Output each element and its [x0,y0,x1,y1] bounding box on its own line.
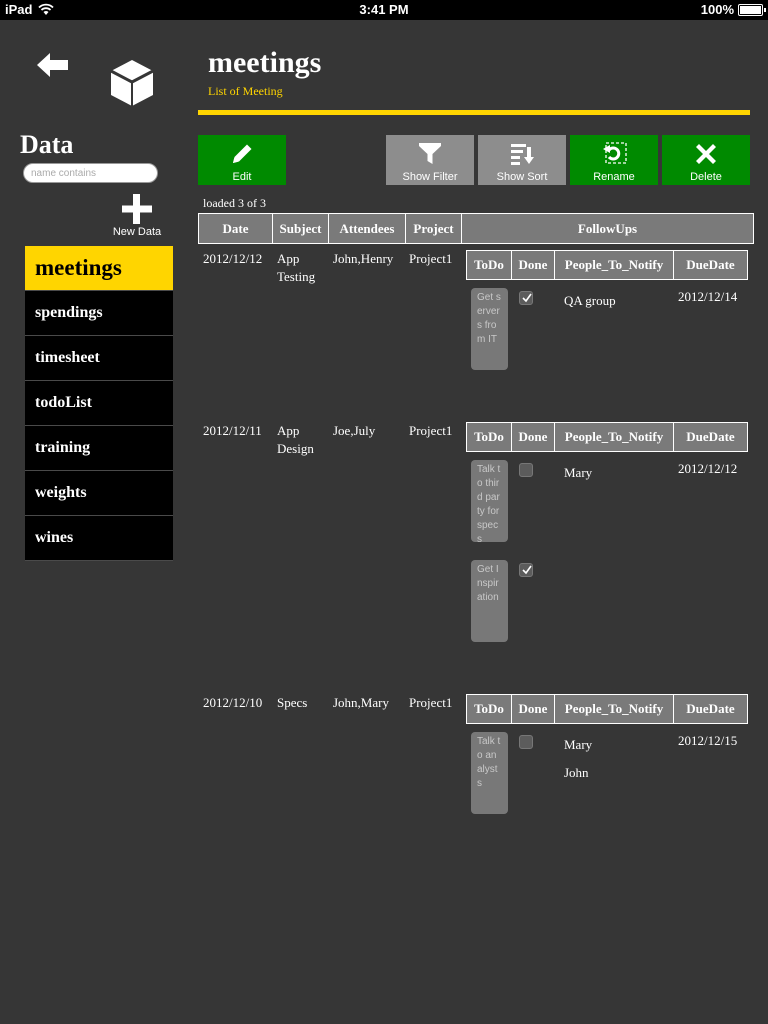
column-header-subject[interactable]: Subject [272,213,329,244]
battery-percent: 100% [700,2,734,17]
sidebar-item-wines[interactable]: wines [25,516,173,561]
done-checkbox[interactable] [519,463,533,477]
title-divider [198,110,750,115]
sort-icon [511,144,534,165]
clock: 3:41 PM [359,2,409,17]
followup-header-done: Done [511,422,555,452]
loaded-count: loaded 3 of 3 [203,196,266,210]
checkmark-icon [522,565,532,575]
delete-button[interactable]: Delete [662,135,750,185]
done-checkbox[interactable] [519,291,533,305]
followup-duedate: 2012/12/15 [678,733,738,748]
new-data-label: New Data [112,226,162,238]
followup-todo-field[interactable]: Get servers from IT [471,288,508,370]
followup-duedate: 2012/12/12 [678,461,738,476]
sidebar-item-spendings[interactable]: spendings [25,291,173,336]
followup-todo-field[interactable]: Get Inspiration [471,560,508,642]
row-1-project: Project1 [409,251,453,266]
sidebar-item-training[interactable]: training [25,426,173,471]
back-arrow-icon[interactable] [34,50,70,80]
page-subtitle: List of Meeting [208,84,283,98]
followup-header-todo: ToDo [466,694,512,724]
row-2-project: Project1 [409,423,453,438]
rename-icon [603,142,627,164]
followup-header-duedate: DueDate [673,694,748,724]
row-2-subject-line-2: Design [277,441,314,456]
show-filter-button[interactable]: Show Filter [386,135,474,185]
search-input[interactable] [23,163,158,183]
show-filter-label: Show Filter [402,171,458,183]
checkmark-icon [522,293,532,303]
row-1-subject-line-2: Testing [277,269,316,284]
sidebar-item-todolist[interactable]: todoList [25,381,173,426]
show-sort-label: Show Sort [496,171,548,183]
edit-button[interactable]: Edit [198,135,286,185]
done-checkbox[interactable] [519,563,533,577]
page-title: meetings [208,46,322,79]
new-data-button[interactable]: New Data [108,194,166,238]
sidebar-item-meetings[interactable]: meetings [25,246,173,291]
delete-label: Delete [690,171,722,183]
sidebar-item-timesheet[interactable]: timesheet [25,336,173,381]
column-header-attendees[interactable]: Attendees [328,213,406,244]
row-3-subject-line-1: Specs [277,695,308,710]
row-2-attendees: Joe,July [333,423,376,438]
followup-people: QA group [564,293,616,308]
plus-icon [122,194,152,224]
filter-icon [419,143,441,164]
column-header-date[interactable]: Date [198,213,273,244]
followup-header-todo: ToDo [466,250,512,280]
row-1-attendees: John,Henry [333,251,394,266]
followup-people: Mary [564,465,593,480]
rename-label: Rename [593,171,635,183]
row-3-attendees: John,Mary [333,695,389,710]
done-checkbox[interactable] [519,735,533,749]
followup-header-duedate: DueDate [673,422,748,452]
followup-header-done: Done [511,694,555,724]
show-sort-button[interactable]: Show Sort [478,135,566,185]
row-2-subject-line-1: App [277,423,300,438]
sidebar-item-weights[interactable]: weights [25,471,173,516]
row-2-date: 2012/12/11 [203,423,262,438]
close-x-icon [696,144,716,164]
followup-duedate: 2012/12/14 [678,289,738,304]
followup-header-todo: ToDo [466,422,512,452]
rename-button[interactable]: Rename [570,135,658,185]
sidebar-list: meetings spendings timesheet todoList tr… [25,246,173,561]
row-1-date: 2012/12/12 [203,251,263,266]
followup-people: Mary [564,737,593,752]
edit-label: Edit [232,171,252,183]
row-1-subject-line-1: App [277,251,300,266]
followup-people: John [564,765,589,780]
followup-header-done: Done [511,250,555,280]
pencil-icon [233,144,252,163]
followup-header-people: People_To_Notify [554,250,674,280]
followup-todo-field[interactable]: Talk to third party for specs [471,460,508,542]
row-3-project: Project1 [409,695,453,710]
followup-header-duedate: DueDate [673,250,748,280]
column-header-project[interactable]: Project [405,213,462,244]
followup-header-people: People_To_Notify [554,422,674,452]
row-3-date: 2012/12/10 [203,695,263,710]
database-cube-icon [110,60,154,106]
followup-todo-field[interactable]: Talk to analysts [471,732,508,814]
sidebar-title: Data [20,130,74,159]
status-bar: iPad 3:41 PM 100% [0,0,768,20]
followup-header-people: People_To_Notify [554,694,674,724]
column-header-followups[interactable]: FollowUps [461,213,754,244]
battery-icon [738,4,766,16]
